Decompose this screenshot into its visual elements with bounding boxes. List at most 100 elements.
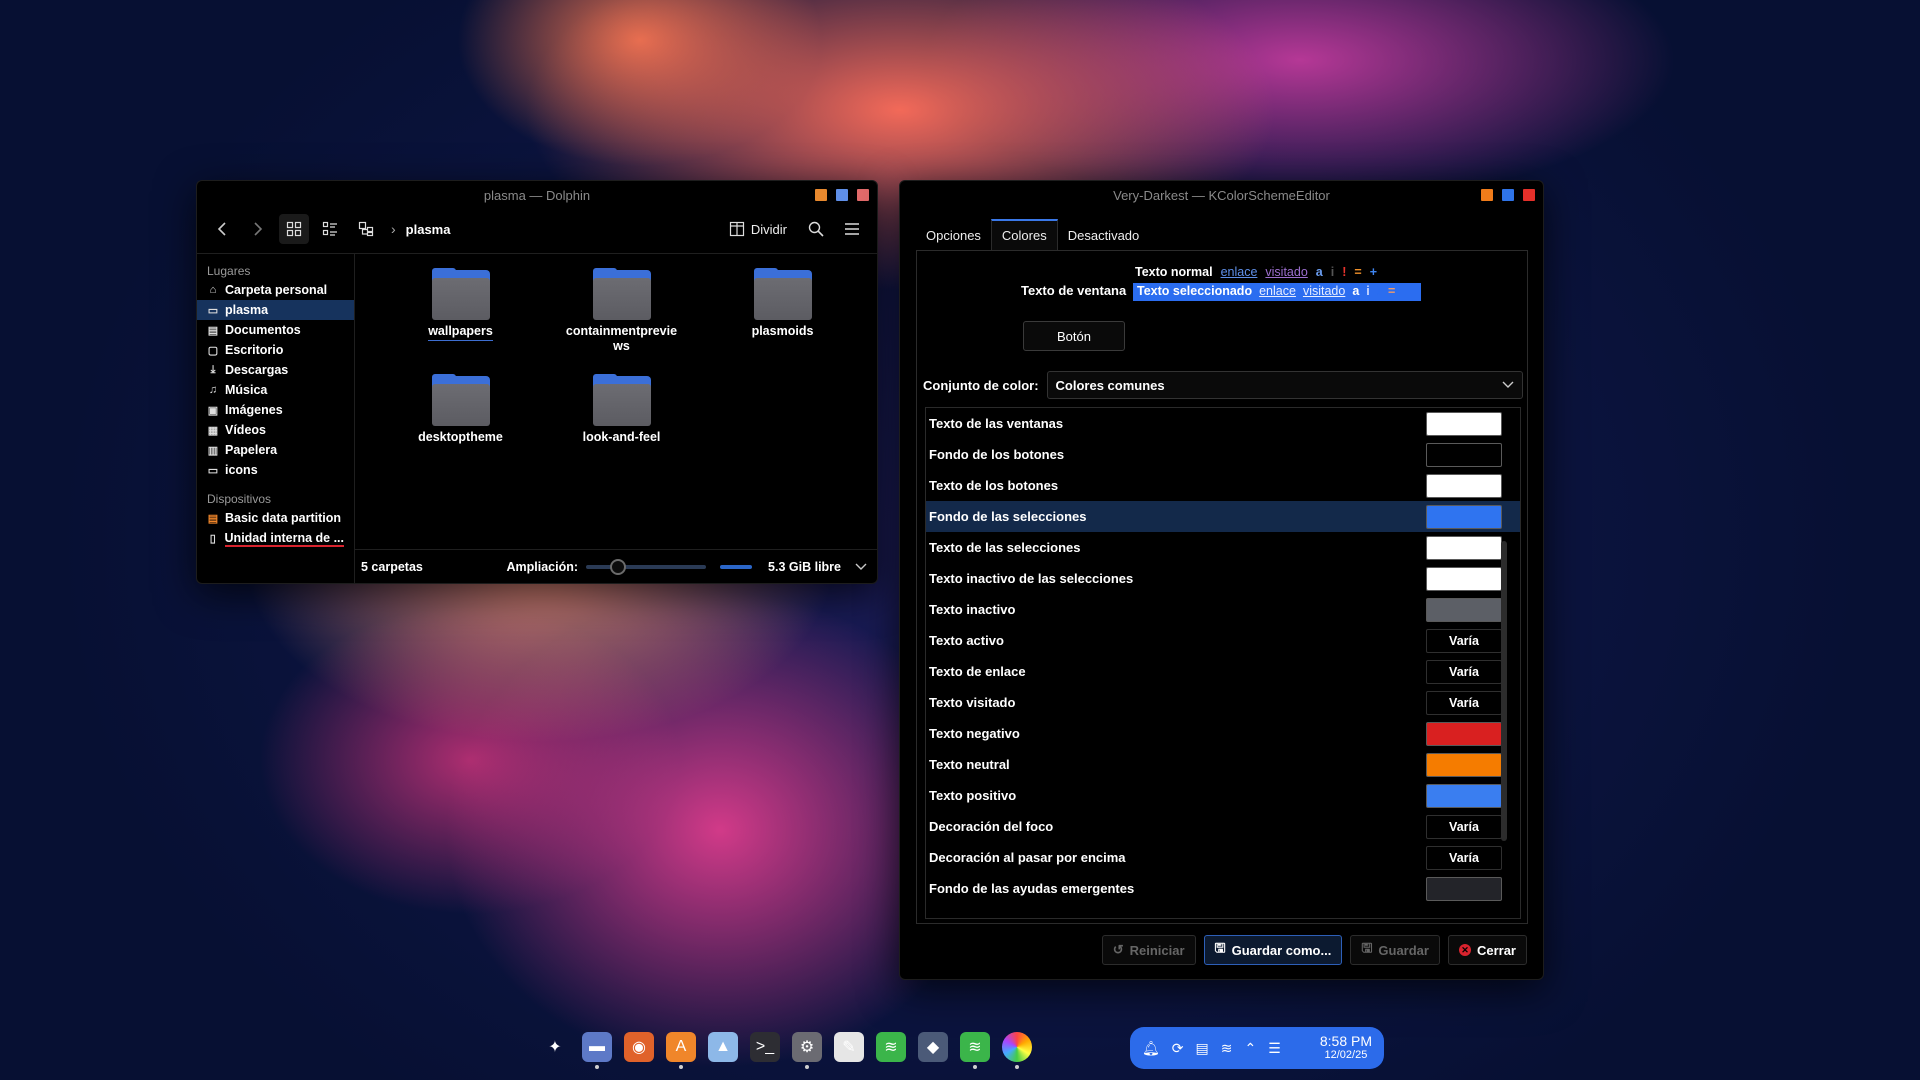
close-dialog-button[interactable]: ✕ Cerrar	[1447, 935, 1527, 965]
color-role-row[interactable]: Texto inactivo	[926, 594, 1520, 625]
color-role-row[interactable]: Texto de enlace Varía	[926, 656, 1520, 687]
chevron-up-icon[interactable]: ⌃	[1244, 1040, 1256, 1057]
folder-item[interactable]: containmentpreviews	[541, 268, 702, 354]
details-view-button[interactable]	[315, 214, 345, 244]
sidebar-item-images[interactable]: ▣ Imágenes	[197, 400, 354, 420]
bell-icon[interactable]: 🔔︎	[1142, 1040, 1160, 1057]
text-editor-icon[interactable]: ✎	[834, 1032, 864, 1062]
split-button[interactable]: Dividir	[721, 217, 795, 241]
save-button[interactable]: 🖫 Guardar	[1350, 935, 1440, 965]
sidebar-item-documents[interactable]: ▤ Documentos	[197, 320, 354, 340]
spotify-icon-2[interactable]: ≋	[960, 1032, 990, 1069]
image-viewer-icon[interactable]: ▲	[708, 1032, 738, 1062]
firefox-icon[interactable]: ◉	[624, 1032, 654, 1062]
sidebar-item-trash[interactable]: ▥ Papelera	[197, 440, 354, 460]
chevron-down-icon[interactable]	[855, 563, 867, 571]
folder-item[interactable]: desktoptheme	[380, 374, 541, 445]
color-swatch-button[interactable]	[1426, 566, 1502, 591]
color-role-list[interactable]: Texto de las ventanas Fondo de los botone…	[925, 407, 1521, 919]
color-role-row[interactable]: Decoración al pasar por encima Varía	[926, 842, 1520, 873]
color-swatch-button[interactable]	[1426, 504, 1502, 529]
tab-colors[interactable]: Colores	[990, 219, 1058, 250]
close-button[interactable]	[1523, 189, 1535, 201]
dolphin-icon[interactable]: ▬	[582, 1032, 612, 1069]
preview-button[interactable]: Botón	[1023, 321, 1125, 351]
clock[interactable]: 8:58 PM 12/02/25	[1320, 1034, 1372, 1062]
folder-item[interactable]: look-and-feel	[541, 374, 702, 445]
editor-titlebar[interactable]: Very-Darkest — KColorSchemeEditor	[900, 181, 1543, 209]
zoom-slider[interactable]	[586, 558, 707, 575]
color-role-row[interactable]: Texto activo Varía	[926, 625, 1520, 656]
tab-disabled[interactable]: Desactivado	[1058, 221, 1150, 250]
sidebar-item-basic-data-partition[interactable]: ▤ Basic data partition	[197, 508, 354, 528]
color-swatch-button[interactable]	[1426, 721, 1502, 746]
color-swatch-button[interactable]	[1426, 473, 1502, 498]
maximize-button[interactable]	[1502, 189, 1514, 201]
color-role-row[interactable]: Texto positivo	[926, 780, 1520, 811]
settings-icon[interactable]: ⚙	[792, 1032, 822, 1069]
color-role-row[interactable]: Texto negativo	[926, 718, 1520, 749]
sidebar-item-desktop[interactable]: ▢ Escritorio	[197, 340, 354, 360]
sidebar-item-icons[interactable]: ▭ icons	[197, 460, 354, 480]
hamburger-menu-button[interactable]	[837, 214, 867, 244]
color-swatch-button[interactable]	[1426, 411, 1502, 436]
folder-item[interactable]: plasmoids	[702, 268, 863, 354]
color-swatch-button[interactable]	[1426, 442, 1502, 467]
sidebar-item-downloads[interactable]: ⤓ Descargas	[197, 360, 354, 380]
color-role-row[interactable]: Texto de los botones	[926, 470, 1520, 501]
maximize-button[interactable]	[836, 189, 848, 201]
dolphin-titlebar[interactable]: plasma — Dolphin	[197, 181, 877, 209]
spotify-icon[interactable]: ≋	[876, 1032, 906, 1062]
color-swatch-button[interactable]	[1426, 752, 1502, 777]
varies-button[interactable]: Varía	[1426, 659, 1502, 684]
varies-button[interactable]: Varía	[1426, 845, 1502, 870]
close-button[interactable]	[857, 189, 869, 201]
sync-icon[interactable]: ⟳	[1172, 1040, 1184, 1057]
file-view[interactable]: wallpapers containmentpreviews plasmoids…	[355, 254, 877, 583]
color-set-dropdown[interactable]: Colores comunes	[1046, 371, 1523, 399]
folder-item[interactable]: wallpapers	[380, 268, 541, 354]
forward-button[interactable]	[243, 214, 273, 244]
sidebar-item-videos[interactable]: ▦ Vídeos	[197, 420, 354, 440]
varies-button[interactable]: Varía	[1426, 814, 1502, 839]
icon-view-button[interactable]	[279, 214, 309, 244]
color-role-row[interactable]: Texto inactivo de las selecciones	[926, 563, 1520, 594]
color-scheme-icon[interactable]	[1002, 1032, 1032, 1069]
color-role-row[interactable]: Texto neutral	[926, 749, 1520, 780]
color-swatch-button[interactable]	[1426, 535, 1502, 560]
sidebar-item-home[interactable]: ⌂ Carpeta personal	[197, 280, 354, 300]
tree-view-button[interactable]	[351, 214, 381, 244]
color-role-row[interactable]: Fondo de los botones	[926, 439, 1520, 470]
launcher-icon[interactable]: ✦	[540, 1032, 570, 1062]
minimize-button[interactable]	[815, 189, 827, 201]
reset-button[interactable]: ↺ Reiniciar	[1101, 935, 1196, 965]
terminal-icon[interactable]: >_	[750, 1032, 780, 1062]
varies-button[interactable]: Varía	[1426, 690, 1502, 715]
wifi-icon[interactable]: ≋	[1221, 1040, 1233, 1057]
sidebar-item-plasma[interactable]: ▭ plasma	[197, 300, 354, 320]
breadcrumb[interactable]: plasma	[406, 222, 451, 237]
sidebar-item-music[interactable]: ♫ Música	[197, 380, 354, 400]
sidebar-item-internal-drive[interactable]: ▯ Unidad interna de ...	[197, 528, 354, 548]
sliders-icon[interactable]: ☰	[1268, 1040, 1281, 1057]
color-role-row[interactable]: Fondo de las ayudas emergentes	[926, 873, 1520, 904]
color-role-row[interactable]: Texto de las ventanas	[926, 408, 1520, 439]
free-space[interactable]: 5.3 GiB libre	[768, 560, 841, 574]
clipboard-icon[interactable]: ▤	[1196, 1040, 1209, 1057]
scrollbar[interactable]	[1501, 541, 1507, 841]
color-swatch-button[interactable]	[1426, 783, 1502, 808]
color-swatch-button[interactable]	[1426, 597, 1502, 622]
software-store-icon[interactable]: A	[666, 1032, 696, 1069]
color-role-row[interactable]: Texto visitado Varía	[926, 687, 1520, 718]
slider-handle[interactable]	[610, 558, 627, 575]
color-role-row[interactable]: Fondo de las selecciones	[926, 501, 1520, 532]
varies-button[interactable]: Varía	[1426, 628, 1502, 653]
color-role-row[interactable]: Decoración del foco Varía	[926, 811, 1520, 842]
color-swatch-button[interactable]	[1426, 876, 1502, 901]
app-icon[interactable]: ◆	[918, 1032, 948, 1062]
back-button[interactable]	[207, 214, 237, 244]
color-role-row[interactable]: Texto de las selecciones	[926, 532, 1520, 563]
tab-options[interactable]: Opciones	[916, 221, 991, 250]
search-button[interactable]	[801, 214, 831, 244]
save-as-button[interactable]: 🖫 Guardar como...	[1203, 935, 1343, 965]
